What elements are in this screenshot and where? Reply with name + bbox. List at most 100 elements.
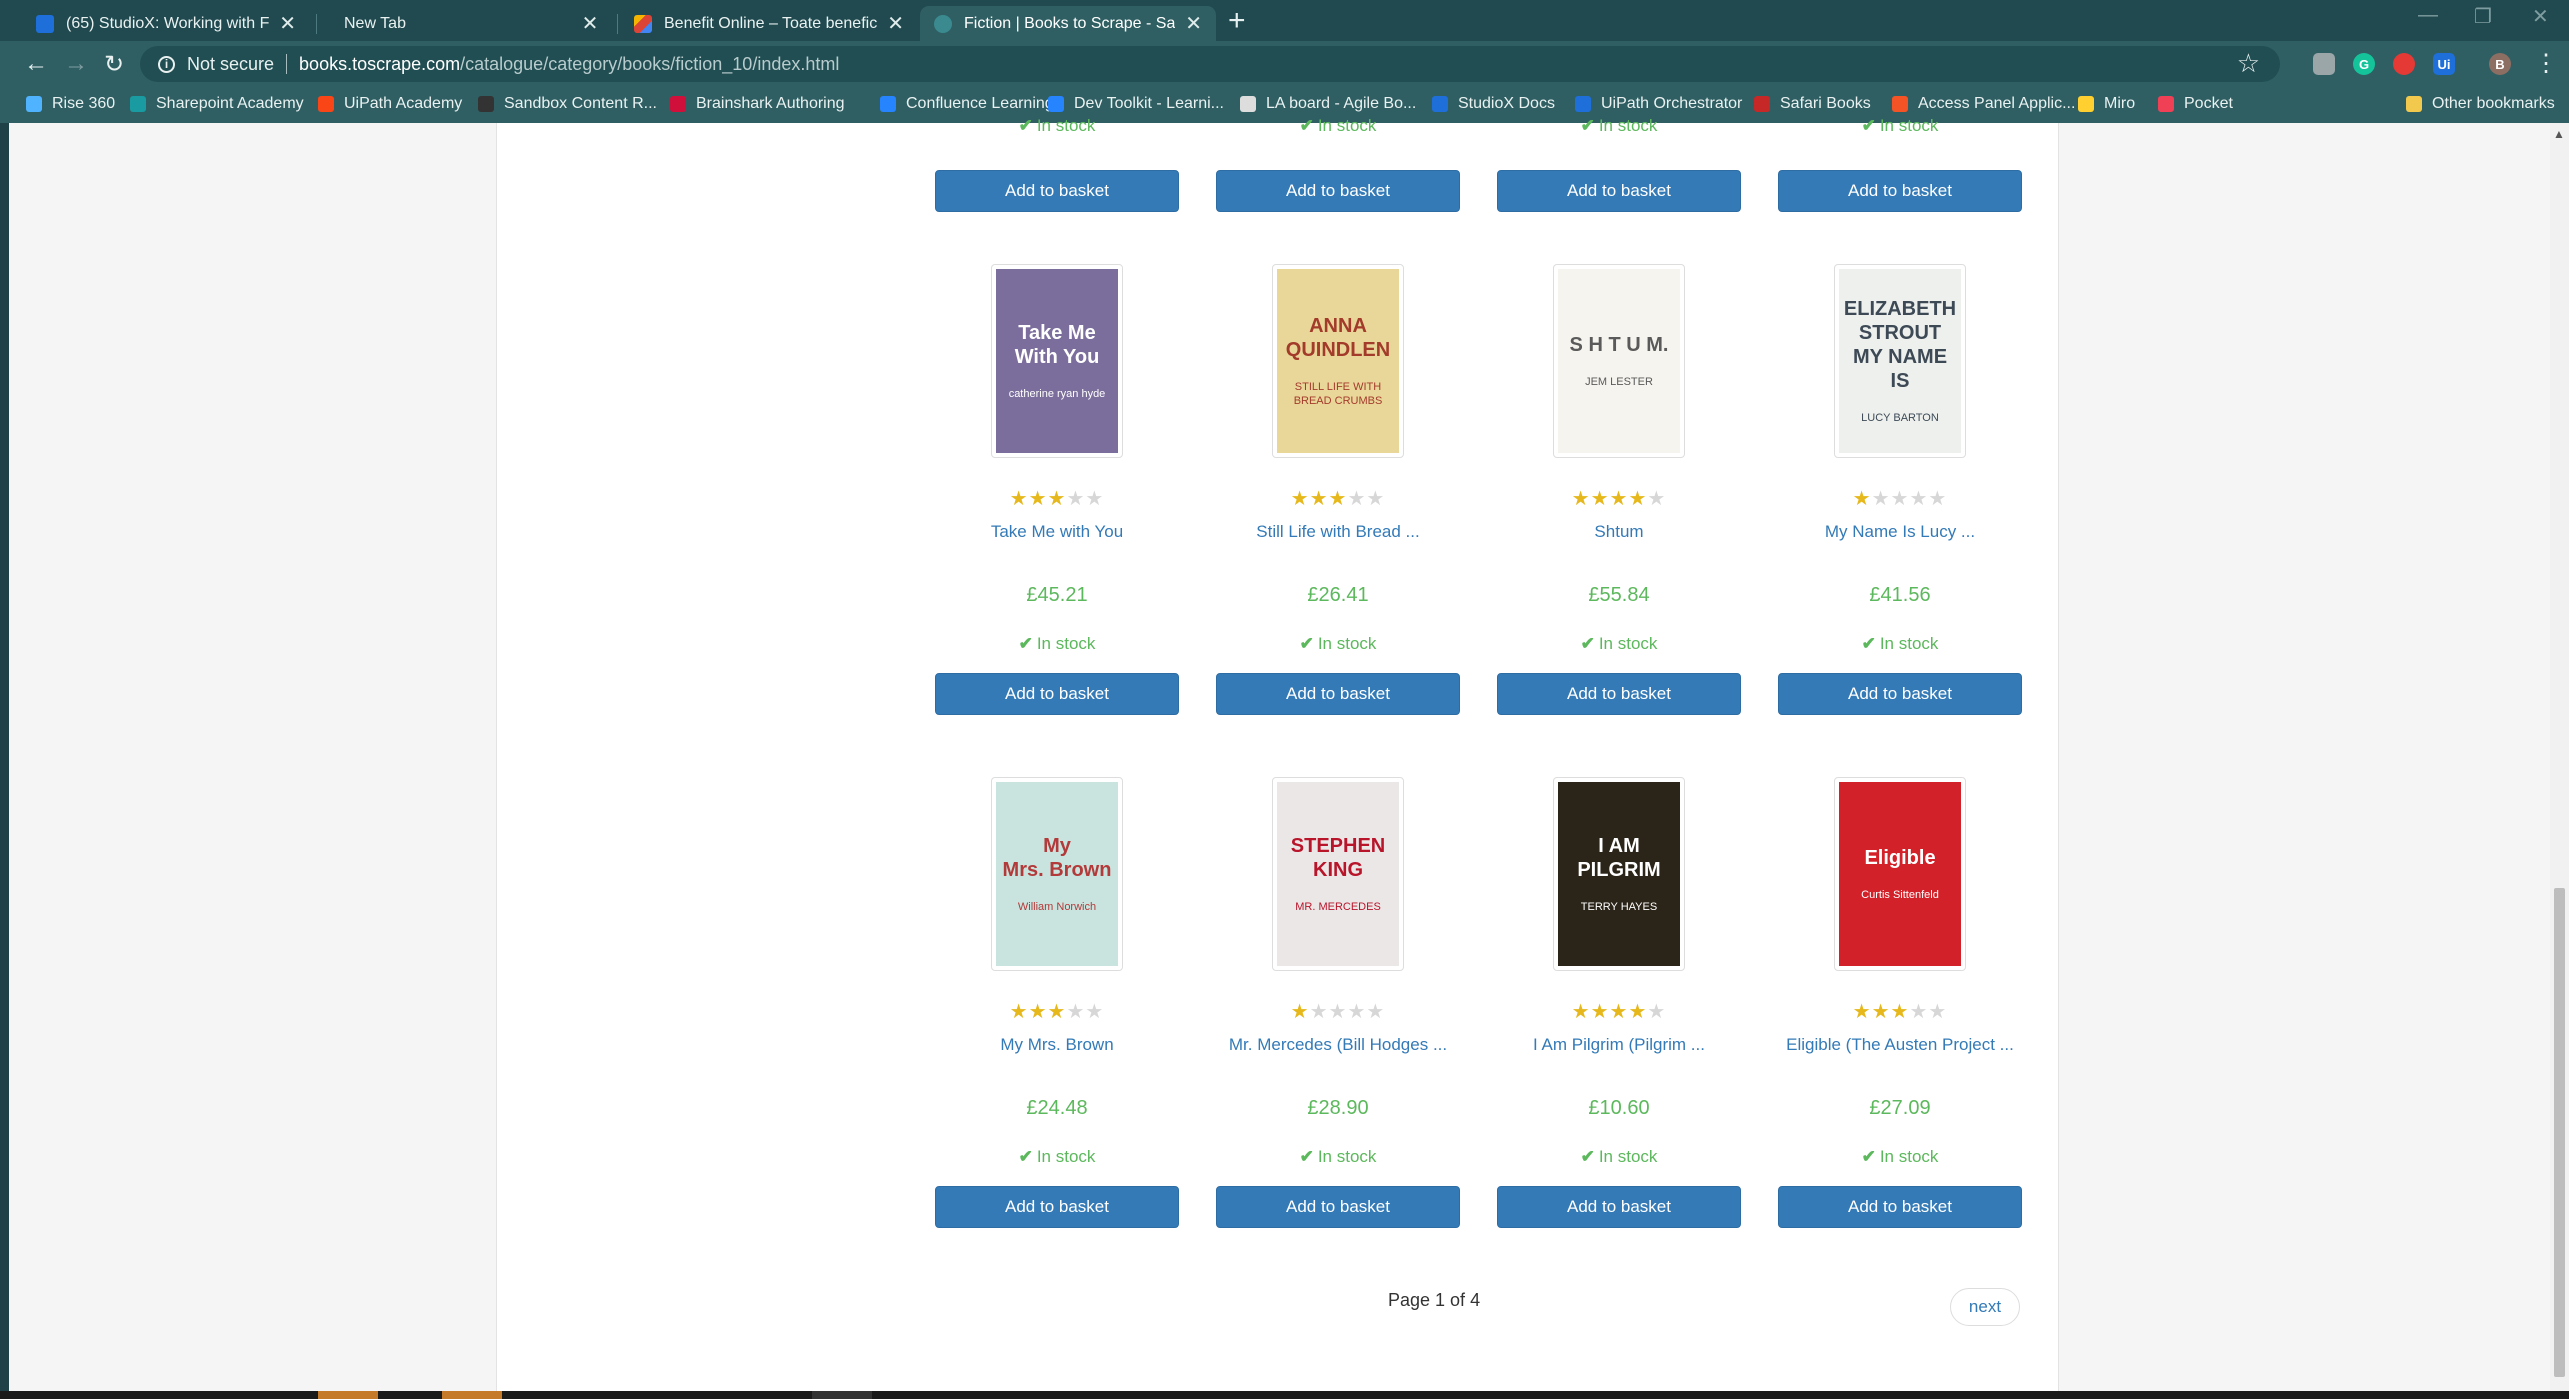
- book-cover-image: S H T U M. JEM LESTER: [1558, 269, 1680, 453]
- os-taskbar: [0, 1391, 2569, 1399]
- other-bookmarks[interactable]: Other bookmarks: [2406, 95, 2555, 113]
- scroll-thumb[interactable]: [2554, 888, 2565, 1377]
- bookmark-label: Miro: [2104, 95, 2136, 112]
- book-cover-link[interactable]: Take Me With You catherine ryan hyde: [991, 264, 1123, 458]
- star-icon: ★: [1085, 1001, 1105, 1023]
- grammarly-icon[interactable]: G: [2353, 53, 2375, 75]
- bookmark-item[interactable]: Rise 360: [26, 95, 115, 113]
- add-to-basket-button[interactable]: Add to basket: [1216, 170, 1460, 212]
- close-icon[interactable]: ✕: [887, 11, 904, 36]
- add-to-basket-button[interactable]: Add to basket: [1778, 673, 2022, 715]
- close-icon[interactable]: ✕: [1185, 11, 1202, 36]
- book-cover-link[interactable]: ELIZABETH STROUT MY NAME IS LUCY BARTON: [1834, 264, 1966, 458]
- close-icon[interactable]: ✕: [581, 11, 599, 36]
- bookmark-item[interactable]: Brainshark Authoring: [670, 95, 845, 113]
- star-icon: ★: [1009, 1001, 1029, 1023]
- stock-status: ✔ In stock: [1778, 116, 2022, 136]
- forward-icon[interactable]: →: [64, 50, 88, 78]
- restore-icon[interactable]: ❐: [2474, 4, 2492, 29]
- bookmark-favicon-icon: [26, 96, 42, 112]
- bookmark-favicon-icon: [1575, 96, 1591, 112]
- add-to-basket-button[interactable]: Add to basket: [1778, 1186, 2022, 1228]
- bookmark-item[interactable]: Dev Toolkit - Learni...: [1048, 95, 1224, 113]
- add-to-basket-button[interactable]: Add to basket: [935, 1186, 1179, 1228]
- add-to-basket-button[interactable]: Add to basket: [1497, 1186, 1741, 1228]
- bookmark-item[interactable]: Safari Books: [1754, 95, 1871, 113]
- add-to-basket-button[interactable]: Add to basket: [935, 170, 1179, 212]
- book-title-link[interactable]: I Am Pilgrim (Pilgrim ...: [1497, 1035, 1741, 1055]
- book-cover-image: Eligible Curtis Sittenfeld: [1839, 782, 1961, 966]
- back-icon[interactable]: ←: [24, 50, 48, 78]
- bookmark-item[interactable]: StudioX Docs: [1432, 95, 1555, 113]
- bookmark-item[interactable]: Access Panel Applic...: [1892, 95, 2075, 113]
- window-close-icon[interactable]: ✕: [2532, 4, 2549, 29]
- book-price: £41.56: [1869, 584, 1931, 606]
- book-cover-link[interactable]: Eligible Curtis Sittenfeld: [1834, 777, 1966, 971]
- bookmark-item[interactable]: LA board - Agile Bo...: [1240, 95, 1416, 113]
- tab-benefit-online[interactable]: Benefit Online – Toate beneficiile ✕: [620, 6, 918, 41]
- star-icon: ★: [1366, 1001, 1386, 1023]
- book-title-link[interactable]: My Name Is Lucy ...: [1778, 522, 2022, 542]
- stock-label: In stock: [1317, 634, 1377, 653]
- tab-fiction-books[interactable]: Fiction | Books to Scrape - Sandb ✕: [920, 6, 1216, 41]
- star-icon: ★: [1609, 1001, 1629, 1023]
- tab-new-tab[interactable]: New Tab ✕: [318, 6, 613, 41]
- star-icon: ★: [1009, 488, 1029, 510]
- extension-puzzle-icon[interactable]: [2313, 53, 2335, 75]
- book-cover-link[interactable]: S H T U M. JEM LESTER: [1553, 264, 1685, 458]
- stock-status: ✔ In stock: [935, 116, 1179, 136]
- product-card: ANNA QUINDLEN STILL LIFE WITH BREAD CRUMBS…: [1216, 264, 1460, 716]
- reload-icon[interactable]: ↻: [104, 50, 124, 79]
- address-bar[interactable]: i Not secure books.toscrape.com/catalogu…: [140, 46, 2280, 82]
- bookmark-item[interactable]: Sandbox Content R...: [478, 95, 657, 113]
- new-tab-button[interactable]: +: [1228, 4, 1246, 38]
- book-title-link[interactable]: Shtum: [1497, 522, 1741, 542]
- bookmark-favicon-icon: [2078, 96, 2094, 112]
- bookmark-item[interactable]: Sharepoint Academy: [130, 95, 304, 113]
- add-to-basket-button[interactable]: Add to basket: [1216, 673, 1460, 715]
- book-title-link[interactable]: Mr. Mercedes (Bill Hodges ...: [1216, 1035, 1460, 1055]
- bookmark-item[interactable]: Pocket: [2158, 95, 2233, 113]
- minimize-icon[interactable]: —: [2418, 4, 2438, 27]
- stock-status: ✔ In stock: [935, 1147, 1179, 1167]
- book-cover-link[interactable]: I AM PILGRIM TERRY HAYES: [1553, 777, 1685, 971]
- info-icon[interactable]: i: [158, 55, 175, 73]
- bookmark-item[interactable]: Confluence Learning: [880, 95, 1054, 113]
- add-to-basket-button[interactable]: Add to basket: [1216, 1186, 1460, 1228]
- book-title-link[interactable]: Still Life with Bread ...: [1216, 522, 1460, 542]
- menu-icon[interactable]: ⋮: [2534, 49, 2558, 78]
- add-to-basket-button[interactable]: Add to basket: [1497, 170, 1741, 212]
- adblock-icon[interactable]: [2393, 53, 2415, 75]
- book-cover-link[interactable]: STEPHEN KING MR. MERCEDES: [1272, 777, 1404, 971]
- cover-text-line3: Curtis Sittenfeld: [1861, 889, 1939, 901]
- bookmark-label: Sharepoint Academy: [156, 95, 304, 112]
- book-cover-link[interactable]: ANNA QUINDLEN STILL LIFE WITH BREAD CRUMBS: [1272, 264, 1404, 458]
- star-icon: ★: [1590, 1001, 1610, 1023]
- book-title-link[interactable]: My Mrs. Brown: [935, 1035, 1179, 1055]
- stock-status: ✔ In stock: [1778, 634, 2022, 654]
- bookmark-item[interactable]: Miro: [2078, 95, 2135, 113]
- add-to-basket-button[interactable]: Add to basket: [1497, 673, 1741, 715]
- tab-strip: (65) StudioX: Working with Folde ✕ New T…: [0, 0, 2569, 41]
- star-icon: ★: [1366, 488, 1386, 510]
- bookmark-item[interactable]: UiPath Orchestrator: [1575, 95, 1742, 113]
- book-title-link[interactable]: Take Me with You: [935, 522, 1179, 542]
- bookmark-label: Rise 360: [52, 95, 116, 112]
- benefit-favicon-icon: [634, 14, 652, 33]
- next-page-button[interactable]: next: [1950, 1288, 2020, 1326]
- stock-label: In stock: [1879, 116, 1939, 135]
- bookmark-star-icon[interactable]: ☆: [2237, 48, 2260, 79]
- add-to-basket-button[interactable]: Add to basket: [935, 673, 1179, 715]
- uipath-extension-icon[interactable]: Ui: [2433, 53, 2455, 75]
- cover-text-line1: I AM: [1598, 835, 1640, 857]
- scroll-up-icon[interactable]: ▲: [2553, 127, 2565, 141]
- book-title-link[interactable]: Eligible (The Austen Project ...: [1778, 1035, 2022, 1055]
- scrollbar[interactable]: ▲: [2550, 123, 2569, 1391]
- close-icon[interactable]: ✕: [279, 11, 296, 36]
- bookmark-item[interactable]: UiPath Academy: [318, 95, 462, 113]
- product-card: ELIZABETH STROUT MY NAME IS LUCY BARTON ★★★…: [1778, 264, 2022, 716]
- add-to-basket-button[interactable]: Add to basket: [1778, 170, 2022, 212]
- tab-studiox[interactable]: (65) StudioX: Working with Folde ✕: [22, 6, 310, 41]
- book-cover-link[interactable]: My Mrs. Brown William Norwich: [991, 777, 1123, 971]
- profile-avatar[interactable]: B: [2489, 53, 2511, 75]
